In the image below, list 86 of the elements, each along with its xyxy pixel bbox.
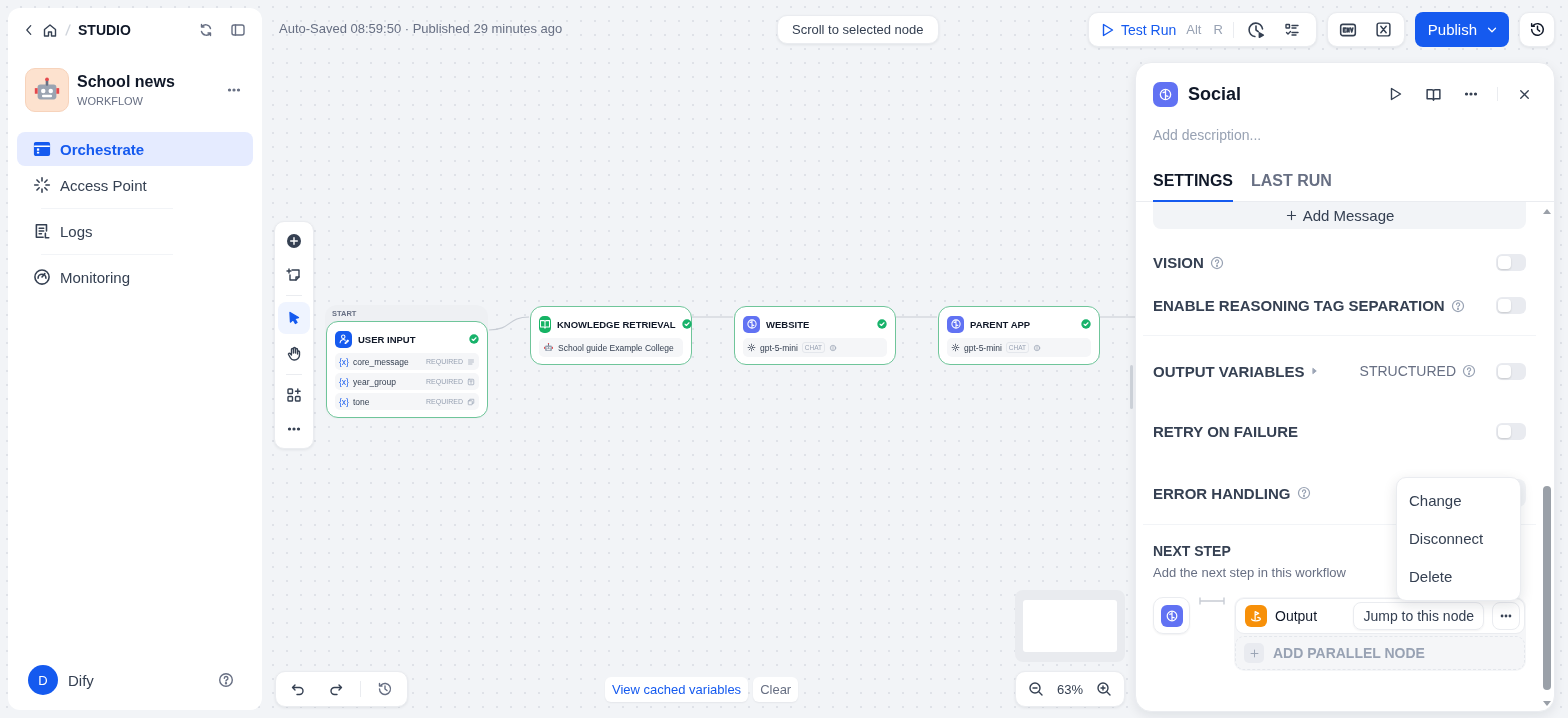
- variable-icon: {x}: [339, 396, 349, 407]
- menu-item[interactable]: Delete: [1397, 562, 1520, 592]
- sparkle-icon: [33, 176, 51, 194]
- blocks-icon: [286, 387, 302, 403]
- structured-label: STRUCTURED: [1359, 363, 1456, 379]
- menu-item[interactable]: Disconnect: [1397, 524, 1520, 554]
- variable-icon: [1375, 21, 1393, 38]
- field-type-icon: [467, 397, 475, 406]
- nav-item[interactable]: Logs: [17, 214, 253, 248]
- section-title: NEXT STEP: [1153, 543, 1231, 559]
- node-title: USER INPUT: [358, 333, 417, 345]
- robot-icon: [543, 342, 554, 353]
- toggle-switch[interactable]: [1496, 422, 1526, 440]
- user-avatar[interactable]: D: [28, 665, 58, 695]
- section-hint: Add the next step in this workflow: [1153, 565, 1346, 580]
- pointer-icon: [286, 310, 302, 326]
- shortcut-key: R: [1211, 22, 1225, 37]
- nav-item[interactable]: Monitoring: [17, 260, 253, 294]
- workflow-node[interactable]: KNOWLEDGE RETRIEVAL School guide Example College: [530, 306, 692, 365]
- node-title: PARENT APP: [970, 318, 1032, 330]
- connector-line: [1199, 597, 1225, 605]
- help-icon: [1462, 364, 1476, 378]
- menu-item[interactable]: Change: [1397, 486, 1520, 516]
- view-cached-variables-link[interactable]: View cached variables: [605, 677, 749, 702]
- zoom-level: 63%: [1057, 681, 1083, 697]
- panel-tab[interactable]: LAST RUN: [1251, 166, 1332, 202]
- next-node-name: Output: [1275, 608, 1319, 624]
- field-type-icon: [467, 377, 475, 386]
- node-title: Social: [1188, 83, 1243, 105]
- toggle-switch[interactable]: [1496, 254, 1526, 271]
- node-more-button[interactable]: [1492, 602, 1520, 630]
- clear-button[interactable]: Clear: [753, 677, 799, 702]
- nav-item[interactable]: Orchestrate: [17, 132, 253, 166]
- switch-icon: [198, 22, 214, 38]
- zoom-in-icon: [1096, 681, 1112, 697]
- setting-label: ENABLE REASONING TAG SEPARATION: [1153, 297, 1445, 314]
- add-icon: [286, 233, 302, 249]
- node-title: KNOWLEDGE RETRIEVAL: [557, 318, 676, 330]
- zoom-out-icon: [1028, 681, 1044, 697]
- add-message-button[interactable]: Add Message: [1153, 202, 1526, 229]
- home-icon[interactable]: [42, 22, 58, 38]
- scroll-to-node-button[interactable]: Scroll to selected node: [777, 15, 939, 44]
- toggle-switch[interactable]: [1496, 362, 1526, 380]
- connector-line: [488, 316, 530, 331]
- description-field[interactable]: Add description...: [1153, 123, 1533, 147]
- save-status-text: Auto-Saved 08:59:50 · Published 29 minutes ago: [279, 21, 563, 36]
- breadcrumb-label[interactable]: STUDIO: [78, 22, 131, 38]
- window-icon: [33, 140, 51, 158]
- checklist-icon: [1283, 21, 1300, 38]
- plus-icon: [1284, 209, 1298, 222]
- note-icon: [286, 267, 302, 283]
- setting-label: VISION: [1153, 254, 1204, 271]
- field-type-icon: [467, 357, 475, 366]
- setting-label: OUTPUT VARIABLES: [1153, 362, 1305, 380]
- app-name: School news: [77, 73, 176, 91]
- test-run-button[interactable]: Test Run: [1099, 21, 1177, 38]
- shortcut-key: Alt: [1184, 22, 1204, 37]
- help-icon: [218, 672, 234, 688]
- node-title: WEBSITE: [766, 318, 811, 330]
- publish-button[interactable]: Publish: [1414, 12, 1509, 47]
- setting-label: ERROR HANDLING: [1153, 484, 1291, 502]
- app-type: WORKFLOW: [77, 95, 144, 107]
- setting-label: RETRY ON FAILURE: [1153, 422, 1298, 440]
- scroll-up-icon[interactable]: [1542, 207, 1552, 215]
- variable-icon: {x}: [339, 376, 349, 387]
- scroll-down-icon[interactable]: [1542, 700, 1552, 708]
- document-icon: [33, 222, 51, 240]
- history-icon: [1528, 21, 1546, 38]
- toggle-switch[interactable]: [1496, 297, 1526, 314]
- history-icon: [377, 681, 393, 697]
- model-icon: [747, 343, 756, 352]
- variable-icon: {x}: [339, 356, 349, 367]
- version-history-button[interactable]: [1519, 12, 1555, 47]
- sidebar-toggle-icon: [230, 22, 246, 38]
- next-node-card[interactable]: Output Jump to this node: [1235, 598, 1525, 634]
- user-name: Dify: [68, 671, 95, 689]
- clock-play-icon: [1246, 20, 1265, 39]
- dataset-chip: School guide Example College: [539, 338, 683, 357]
- plus-icon: [1248, 647, 1260, 659]
- model-icon: [951, 343, 960, 352]
- nav-item[interactable]: Access Point: [17, 168, 253, 202]
- pointer-tool-button[interactable]: [278, 302, 310, 334]
- breadcrumb-divider: [64, 22, 72, 38]
- gauge-icon: [33, 268, 51, 286]
- hand-icon: [286, 346, 302, 362]
- scrollbar-thumb[interactable]: [1543, 486, 1551, 690]
